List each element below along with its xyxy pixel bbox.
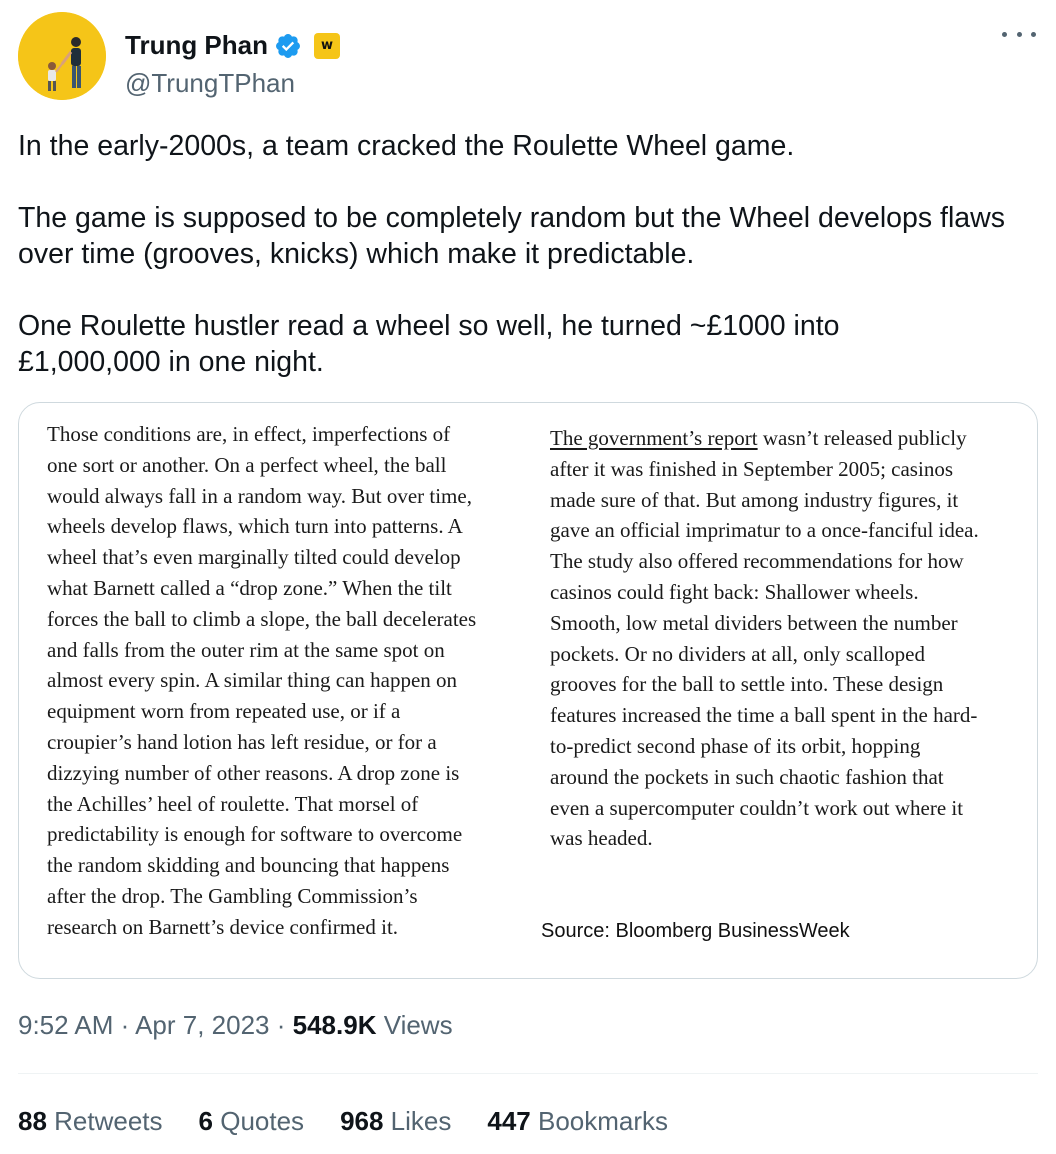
article-line: Smooth, low metal dividers between the n… xyxy=(550,610,958,635)
article-line: even a supercomputer couldn’t work out w… xyxy=(550,795,964,820)
source-caption: Source: Bloomberg BusinessWeek xyxy=(541,920,850,942)
tweet-paragraph: In the early-2000s, a team cracked the R… xyxy=(18,130,795,162)
stat-likes[interactable]: 968 Likes xyxy=(340,1106,451,1137)
article-line: made sure of that. But among industry fi… xyxy=(550,487,959,512)
article-line: dizzying number of other reasons. A drop… xyxy=(47,760,460,785)
stat-count: 88 xyxy=(18,1106,47,1136)
article-line: predictability is enough for software to… xyxy=(47,822,463,847)
article-line: was headed. xyxy=(550,826,653,851)
tweet-meta: 9:52 AM · Apr 7, 2023 · 548.9K Views xyxy=(18,1010,453,1041)
views-count: 548.9K xyxy=(292,1010,377,1040)
stat-retweets[interactable]: 88 Retweets xyxy=(18,1106,163,1137)
tweet-date[interactable]: Apr 7, 2023 xyxy=(135,1010,269,1040)
stat-label: Bookmarks xyxy=(530,1106,669,1136)
article-line: after the drop. The Gambling Commission’… xyxy=(47,883,418,908)
article-line: casinos could fight back: Shallower whee… xyxy=(550,579,919,604)
article-line: grooves for the ball to settle into. The… xyxy=(550,672,944,697)
article-line: what Barnett called a “drop zone.” When … xyxy=(47,575,452,600)
stat-quotes[interactable]: 6 Quotes xyxy=(199,1106,305,1137)
article-line: The study also offered recommendations f… xyxy=(550,549,964,574)
report-link: The government’s report xyxy=(550,426,758,450)
meta-separator: · xyxy=(113,1010,136,1040)
stat-count: 6 xyxy=(198,1106,213,1136)
stat-count: 968 xyxy=(340,1106,384,1136)
article-line: to-predict second phase of its orbit, ho… xyxy=(550,733,921,758)
engagement-stats: 88 Retweets 6 Quotes 968 Likes 447 Bookm… xyxy=(18,1106,704,1137)
article-line: pockets. Or no dividers at all, only sca… xyxy=(550,641,925,666)
article-line: forces the ball to climb a slope, the ba… xyxy=(47,606,477,631)
article-text: wasn’t released publicly xyxy=(757,426,967,450)
verified-badge-icon[interactable] xyxy=(274,32,302,60)
tweet-paragraph: The game is supposed to be completely ra… xyxy=(18,202,1005,270)
article-line: wheel that’s even marginally tilted coul… xyxy=(47,545,461,570)
handle[interactable]: @TrungTPhan xyxy=(125,68,295,99)
affiliate-badge-icon[interactable]: w xyxy=(314,32,340,59)
divider xyxy=(18,1073,1038,1074)
meta-separator: · xyxy=(269,1010,293,1040)
article-line: research on Barnett’s device confirmed i… xyxy=(47,914,399,939)
article-column-left: Those conditions are, in effect, imperfe… xyxy=(47,419,532,943)
stat-label: Retweets xyxy=(46,1106,163,1136)
article-line: one sort or another. On a perfect wheel,… xyxy=(47,452,447,477)
article-line: would always fall in a random way. But o… xyxy=(47,483,472,508)
stat-label: Quotes xyxy=(213,1106,305,1136)
article-line: after it was finished in September 2005;… xyxy=(550,456,953,481)
article-line: gave an official imprimatur to a once-fa… xyxy=(550,518,979,543)
article-line: wheels develop flaws, which turn into pa… xyxy=(47,514,463,539)
article-line: the Achilles’ heel of roulette. That mor… xyxy=(47,791,419,816)
views-label: Views xyxy=(376,1010,453,1040)
article-line: The government’s report wasn’t released … xyxy=(550,423,1030,454)
avatar[interactable] xyxy=(18,12,106,100)
display-name[interactable]: Trung Phan xyxy=(125,30,268,61)
name-row: Trung Phan w xyxy=(125,30,340,61)
stat-label: Likes xyxy=(383,1106,452,1136)
stat-count: 447 xyxy=(487,1106,531,1136)
article-line: Those conditions are, in effect, imperfe… xyxy=(47,422,451,446)
article-line: and falls from the outer rim at the same… xyxy=(47,637,445,662)
media-image[interactable]: Those conditions are, in effect, imperfe… xyxy=(18,402,1038,979)
article-line: around the pockets in such chaotic fashi… xyxy=(550,764,944,789)
article-line: equipment worn from repeated use, or if … xyxy=(47,699,401,724)
stat-bookmarks[interactable]: 447 Bookmarks xyxy=(487,1106,668,1137)
article-line: the random skidding and bouncing that ha… xyxy=(47,853,450,878)
tweet-header: Trung Phan w @TrungTPhan xyxy=(18,12,1038,102)
tweet-time[interactable]: 9:52 AM xyxy=(18,1010,113,1040)
tweet-paragraph: One Roulette hustler read a wheel so wel… xyxy=(18,310,840,378)
more-options-icon[interactable] xyxy=(1002,24,1036,44)
article-column-right: The government’s report wasn’t released … xyxy=(550,423,1030,854)
article-line: almost every spin. A similar thing can h… xyxy=(47,668,458,693)
article-line: croupier’s hand lotion has left residue,… xyxy=(47,729,437,754)
article-line: features increased the time a ball spent… xyxy=(550,703,978,728)
